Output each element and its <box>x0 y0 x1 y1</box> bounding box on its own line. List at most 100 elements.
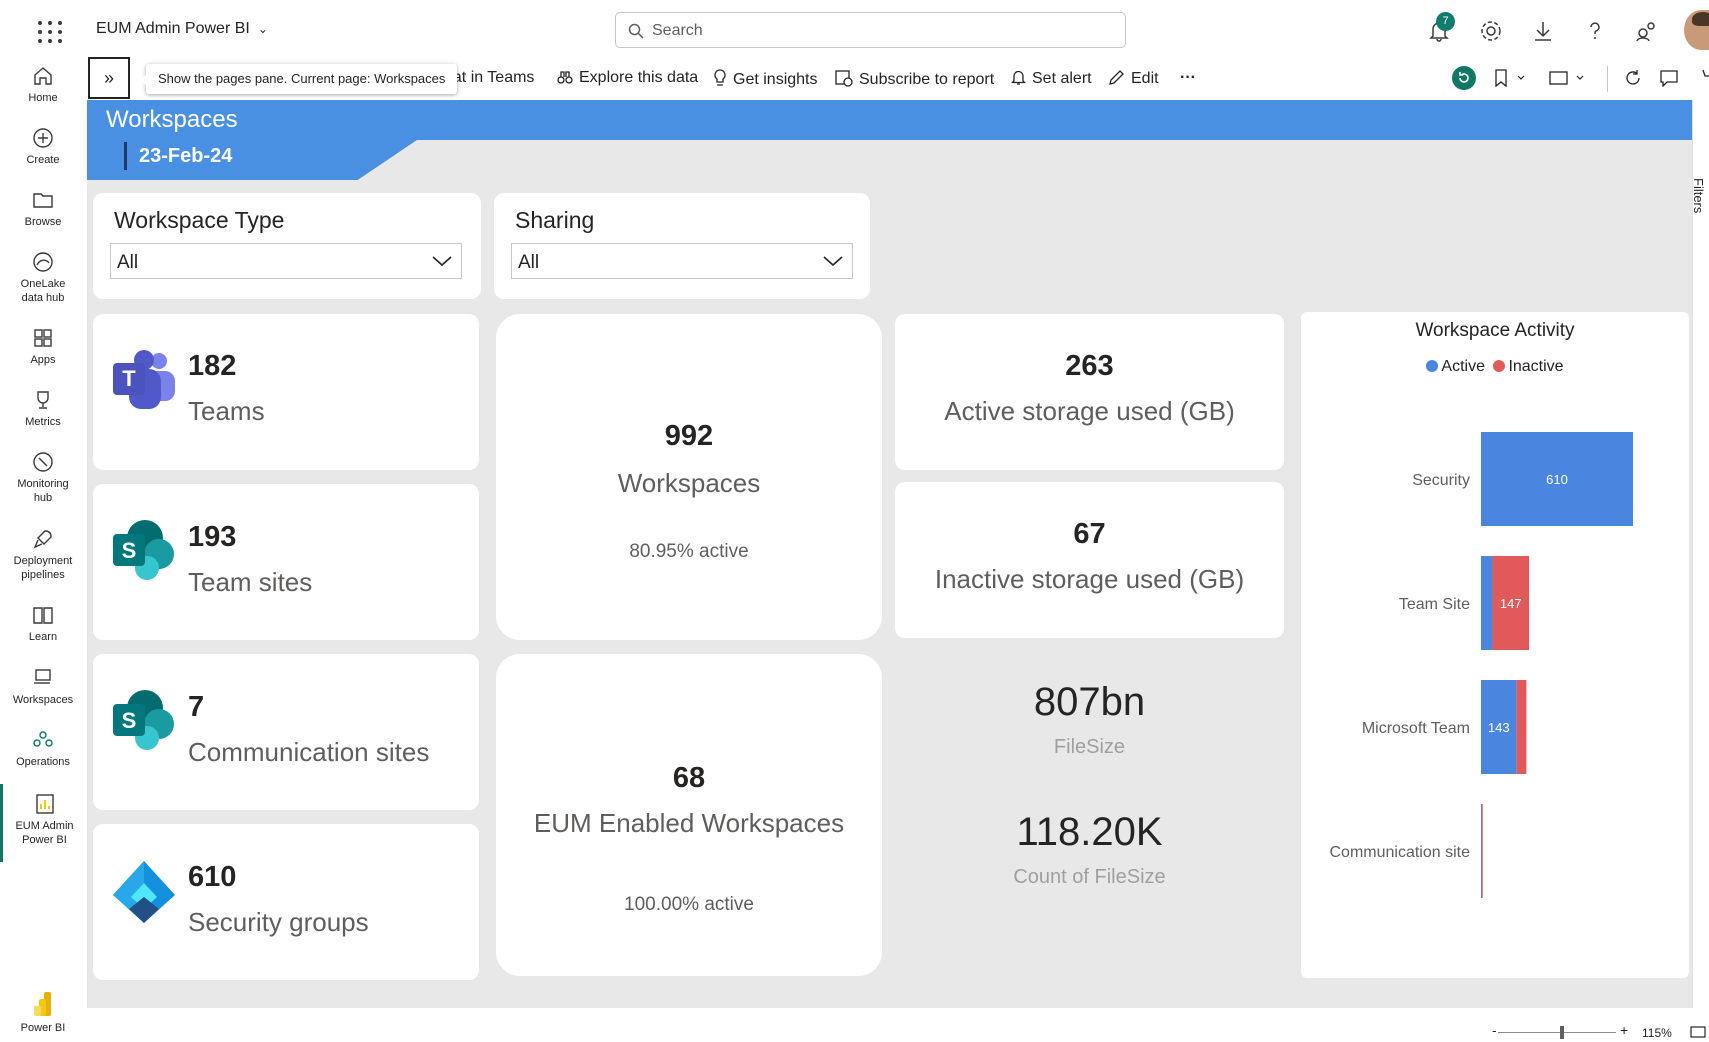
zoom-out-button[interactable]: - <box>1492 1022 1497 1038</box>
communication-sites-label: Communication sites <box>188 737 430 767</box>
chevron-down-icon <box>823 256 843 267</box>
rail-item-learn[interactable]: Learn <box>0 603 86 644</box>
workspace-type-slicer: Workspace Type All <box>93 193 481 299</box>
refresh-icon[interactable] <box>1624 69 1642 87</box>
rail-item-browse[interactable]: Browse <box>0 188 86 229</box>
chart-plot: Security 610 Team Site 147 Microsoft Team 143… <box>1330 432 1633 898</box>
share-feedback-icon[interactable] <box>1634 18 1660 44</box>
sharepoint-icon: S <box>113 690 174 750</box>
svg-text:T: T <box>122 366 136 391</box>
rail-item-home[interactable]: Home <box>0 64 86 105</box>
book-icon <box>33 607 53 624</box>
report-icon <box>35 794 54 814</box>
zoom-slider-thumb[interactable] <box>1560 1026 1564 1039</box>
top-bar: EUM Admin Power BI ⌄ Search 7 <box>0 0 1709 62</box>
bookmark-icon[interactable] <box>1494 69 1528 87</box>
security-groups-kpi-card: 610 Security groups <box>93 824 479 980</box>
chat-in-teams-label: hat in Teams <box>444 69 535 86</box>
view-icon[interactable] <box>1549 69 1589 87</box>
rail-item-operations[interactable]: Operations <box>0 728 86 769</box>
communication-sites-kpi-card: S 7 Communication sites <box>93 654 479 810</box>
rail-label: Metrics <box>25 416 61 428</box>
rail-label: Browse <box>24 216 62 228</box>
binoculars-icon <box>557 71 573 84</box>
security-groups-label: Security groups <box>188 907 369 937</box>
monitor-icon <box>33 452 53 472</box>
app-launcher-icon[interactable] <box>36 19 62 45</box>
category-label: Team Site <box>1399 596 1470 613</box>
rail-item-workspaces[interactable]: Workspaces <box>0 666 86 707</box>
workspace-switcher[interactable]: EUM Admin Power BI ⌄ <box>96 20 268 38</box>
rail-item-powerbi[interactable]: Power BI <box>0 990 86 1035</box>
filters-pane-toggle[interactable]: Filters <box>1691 100 1709 1008</box>
chat-in-teams-button[interactable]: hat in Teams <box>444 69 534 87</box>
search-input[interactable]: Search <box>615 12 1126 48</box>
trophy-icon <box>37 391 49 409</box>
comment-icon[interactable] <box>1660 69 1678 87</box>
pages-pane-button[interactable]: » <box>88 57 130 99</box>
chevron-down-icon: ⌄ <box>257 22 268 36</box>
subscribe-label: Subscribe to report <box>859 71 995 88</box>
count-filesize-card: 118.20K Count of FileSize <box>895 806 1284 926</box>
category-label: Microsoft Team <box>1362 720 1470 737</box>
rail-item-apps[interactable]: Apps <box>0 326 86 367</box>
app-title: EUM Admin Power BI <box>96 20 250 37</box>
inactive-storage-card: 67 Inactive storage used (GB) <box>895 482 1284 638</box>
operations-icon <box>33 731 53 747</box>
inactive-storage-label: Inactive storage used (GB) <box>934 564 1245 594</box>
rail-item-create[interactable]: Create <box>0 126 86 167</box>
bar-active[interactable] <box>1481 556 1493 650</box>
header-bar <box>87 100 1692 140</box>
sharepoint-icon: S <box>113 520 174 580</box>
filesize-label: FileSize <box>1053 736 1126 758</box>
rail-item-deployment[interactable]: Deployment pipelines <box>0 527 86 582</box>
zoom-slider[interactable] <box>1498 1032 1616 1033</box>
category-label: Communication site <box>1330 844 1471 861</box>
explore-data-button[interactable]: Explore this data <box>557 69 698 87</box>
eum-enabled-kpi-card: 68 EUM Enabled Workspaces 100.00% active <box>496 654 882 976</box>
set-alert-button[interactable]: Set alert <box>1010 69 1092 88</box>
more-options-button[interactable]: ··· <box>1180 69 1196 87</box>
download-icon[interactable] <box>1530 18 1556 44</box>
star-icon[interactable] <box>1694 69 1709 87</box>
gear-icon[interactable] <box>1478 18 1504 44</box>
reset-icon[interactable] <box>1452 66 1476 90</box>
eum-label: EUM Enabled Workspaces <box>533 808 845 838</box>
fit-to-page-icon[interactable] <box>1690 1026 1706 1038</box>
rail-item-onelake[interactable]: OneLake data hub <box>0 250 86 305</box>
bar-inactive[interactable] <box>1481 804 1483 898</box>
help-icon[interactable] <box>1582 18 1608 44</box>
filesize-card: 807bn FileSize <box>895 676 1284 796</box>
edit-button[interactable]: Edit <box>1108 69 1159 88</box>
page-title: Workspaces <box>106 106 238 133</box>
get-insights-button[interactable]: Get insights <box>713 69 817 89</box>
bell-icon <box>1010 70 1027 85</box>
rail-item-eum-report[interactable]: EUM Admin Power BI <box>0 784 86 862</box>
avatar[interactable] <box>1684 10 1709 50</box>
rail-label: Power BI <box>20 1022 66 1034</box>
subscribe-button[interactable]: Subscribe to report <box>835 69 994 89</box>
zoom-in-button[interactable]: + <box>1620 1022 1628 1038</box>
status-bar <box>86 1008 1709 1042</box>
workspaces-icon <box>34 669 51 684</box>
left-nav-rail: Home Create Browse OneLake data hub Apps… <box>0 62 86 1042</box>
sharing-dropdown[interactable]: All <box>511 243 853 279</box>
pencil-icon <box>1109 70 1124 85</box>
bar-inactive[interactable] <box>1516 680 1527 774</box>
entra-icon <box>113 861 175 923</box>
rail-label: Monitoring hub <box>17 478 69 504</box>
teams-count: 182 <box>188 350 237 382</box>
data-label: 610 <box>1546 472 1568 487</box>
report-date: 23-Feb-24 <box>124 142 232 170</box>
toolbar-divider <box>1607 66 1608 92</box>
rail-item-monitoring[interactable]: Monitoring hub <box>0 450 86 505</box>
data-label: 143 <box>1488 720 1510 735</box>
powerbi-logo-icon <box>34 992 51 1016</box>
security-groups-count: 610 <box>188 861 237 893</box>
workspace-type-dropdown[interactable]: All <box>110 243 462 279</box>
svg-text:S: S <box>122 538 137 563</box>
filters-label: Filters <box>1691 178 1706 214</box>
rail-item-metrics[interactable]: Metrics <box>0 388 86 429</box>
rail-label: Apps <box>30 354 56 366</box>
subscribe-icon <box>835 70 853 87</box>
